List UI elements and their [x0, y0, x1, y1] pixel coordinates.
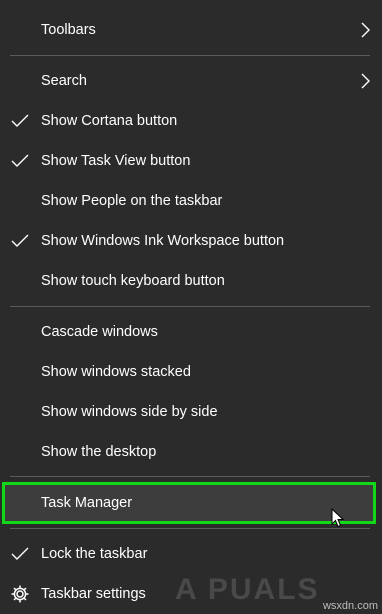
menu-item-show-cortana-button[interactable]: Show Cortana button	[0, 101, 382, 141]
checkmark-icon	[11, 114, 29, 127]
menu-item-label: Search	[41, 73, 87, 89]
menu-item-label: Show windows side by side	[41, 404, 218, 420]
checkmark-icon	[11, 154, 29, 167]
menu-item-show-windows-stacked[interactable]: Show windows stacked	[0, 352, 382, 392]
menu-item-label: Show People on the taskbar	[41, 193, 223, 209]
menu-item-label: Taskbar settings	[41, 586, 146, 602]
mouse-cursor-icon	[331, 508, 345, 528]
menu-item-label: Show Windows Ink Workspace button	[41, 233, 285, 249]
menu-item-label: Show Task View button	[41, 153, 191, 169]
menu-item-show-the-desktop[interactable]: Show the desktop	[0, 432, 382, 472]
menu-separator	[10, 306, 370, 307]
menu-item-show-task-view-button[interactable]: Show Task View button	[0, 141, 382, 181]
menu-item-label: Task Manager	[41, 495, 133, 511]
taskbar-context-menu: Toolbars Search Show Cortana button Show…	[0, 0, 382, 614]
menu-separator	[10, 528, 370, 529]
menu-item-label: Lock the taskbar	[41, 546, 148, 562]
menu-item-cascade-windows[interactable]: Cascade windows	[0, 312, 382, 352]
menu-item-label: Show Cortana button	[41, 113, 178, 129]
checkmark-icon	[11, 547, 29, 560]
gear-icon	[11, 585, 29, 603]
menu-separator	[10, 476, 370, 477]
menu-item-label: Show windows stacked	[41, 364, 191, 380]
menu-item-task-manager[interactable]: Task Manager	[2, 482, 376, 524]
menu-item-label: Show touch keyboard button	[41, 273, 225, 289]
menu-item-show-people[interactable]: Show People on the taskbar	[0, 181, 382, 221]
menu-item-label: Show the desktop	[41, 444, 157, 460]
menu-item-show-touch-keyboard[interactable]: Show touch keyboard button	[0, 261, 382, 301]
menu-item-show-ink-workspace[interactable]: Show Windows Ink Workspace button	[0, 221, 382, 261]
checkmark-icon	[11, 234, 29, 247]
watermark: A PUALS	[175, 573, 320, 606]
menu-separator	[10, 55, 370, 56]
site-label: wsxdn.com	[322, 600, 378, 612]
menu-item-show-windows-side-by-side[interactable]: Show windows side by side	[0, 392, 382, 432]
chevron-right-icon	[361, 73, 370, 89]
chevron-right-icon	[361, 22, 370, 38]
menu-item-label: Toolbars	[41, 22, 96, 38]
menu-item-search[interactable]: Search	[0, 61, 382, 101]
menu-item-toolbars[interactable]: Toolbars	[0, 10, 382, 50]
menu-item-label: Cascade windows	[41, 324, 158, 340]
